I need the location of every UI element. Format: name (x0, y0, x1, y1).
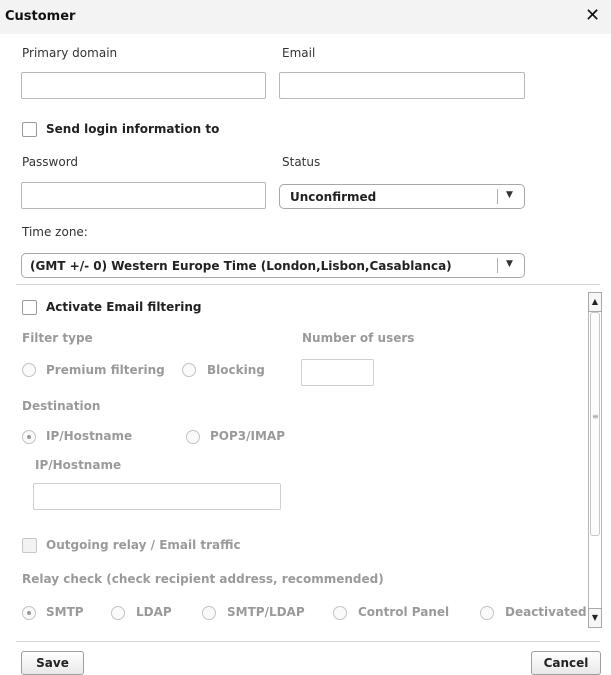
dialog-title: Customer (5, 9, 76, 24)
filtering-scroll-area[interactable]: Activate Email filtering Filter type Num… (0, 286, 587, 630)
dialog-title-bar (0, 0, 611, 34)
premium-filtering-label: Premium filtering (46, 363, 165, 377)
scroll-down-icon[interactable]: ▼ (588, 608, 602, 628)
select-divider (497, 189, 498, 204)
premium-filtering-radio[interactable] (22, 363, 36, 377)
activate-filtering-label: Activate Email filtering (46, 300, 202, 314)
send-login-label: Send login information to (46, 122, 220, 136)
status-select[interactable]: Unconfirmed ▼ (279, 184, 525, 209)
relay-control-panel-label: Control Panel (358, 605, 450, 619)
relay-deactivated-label: Deactivated (505, 605, 587, 619)
blocking-label: Blocking (207, 363, 265, 377)
destination-label: Destination (22, 399, 101, 413)
scroll-up-icon[interactable]: ▲ (588, 292, 602, 312)
scrollbar-thumb[interactable] (590, 312, 600, 536)
primary-domain-label: Primary domain (22, 46, 118, 60)
email-label: Email (282, 46, 316, 60)
close-icon[interactable]: ✕ (585, 5, 600, 26)
relay-smtp-label: SMTP (46, 605, 84, 619)
ip-hostname-input[interactable] (33, 483, 281, 510)
chevron-down-icon[interactable]: ▼ (506, 259, 513, 269)
password-label: Password (22, 155, 79, 169)
section-divider (16, 284, 600, 285)
activate-filtering-checkbox[interactable] (22, 300, 37, 315)
filter-type-label: Filter type (22, 331, 93, 345)
primary-domain-input[interactable] (21, 72, 266, 99)
timezone-select-value: (GMT +/- 0) Western Europe Time (London,… (30, 259, 452, 273)
status-select-value: Unconfirmed (290, 190, 377, 204)
save-button[interactable]: Save (21, 651, 84, 675)
pop3-imap-label: POP3/IMAP (210, 429, 286, 443)
outgoing-relay-label: Outgoing relay / Email traffic (46, 538, 241, 552)
relay-check-label: Relay check (check recipient address, re… (22, 572, 384, 586)
number-users-label: Number of users (302, 331, 415, 345)
relay-smtp-ldap-radio[interactable] (202, 606, 216, 620)
timezone-label: Time zone: (22, 225, 88, 239)
relay-ldap-radio[interactable] (111, 606, 125, 620)
ip-hostname-option-label: IP/Hostname (46, 429, 133, 443)
select-divider (497, 258, 498, 273)
relay-smtp-radio[interactable] (22, 606, 36, 620)
relay-ldap-label: LDAP (136, 605, 172, 619)
pop3-imap-radio[interactable] (186, 430, 200, 444)
blocking-radio[interactable] (182, 363, 196, 377)
status-label: Status (282, 155, 321, 169)
email-input[interactable] (279, 72, 525, 99)
relay-deactivated-radio[interactable] (480, 606, 494, 620)
timezone-select[interactable]: (GMT +/- 0) Western Europe Time (London,… (21, 253, 525, 278)
cancel-button[interactable]: Cancel (531, 651, 601, 675)
number-users-input[interactable] (301, 359, 374, 386)
outgoing-relay-checkbox[interactable] (22, 538, 37, 553)
password-input[interactable] (21, 182, 266, 209)
ip-hostname-field-label: IP/Hostname (35, 458, 122, 472)
footer-divider (16, 641, 600, 642)
chevron-down-icon[interactable]: ▼ (506, 190, 513, 200)
relay-smtp-ldap-label: SMTP/LDAP (227, 605, 305, 619)
ip-hostname-radio[interactable] (22, 430, 36, 444)
relay-control-panel-radio[interactable] (333, 606, 347, 620)
send-login-checkbox[interactable] (22, 122, 37, 137)
scrollbar-grip-icon: ≡ (592, 412, 599, 421)
